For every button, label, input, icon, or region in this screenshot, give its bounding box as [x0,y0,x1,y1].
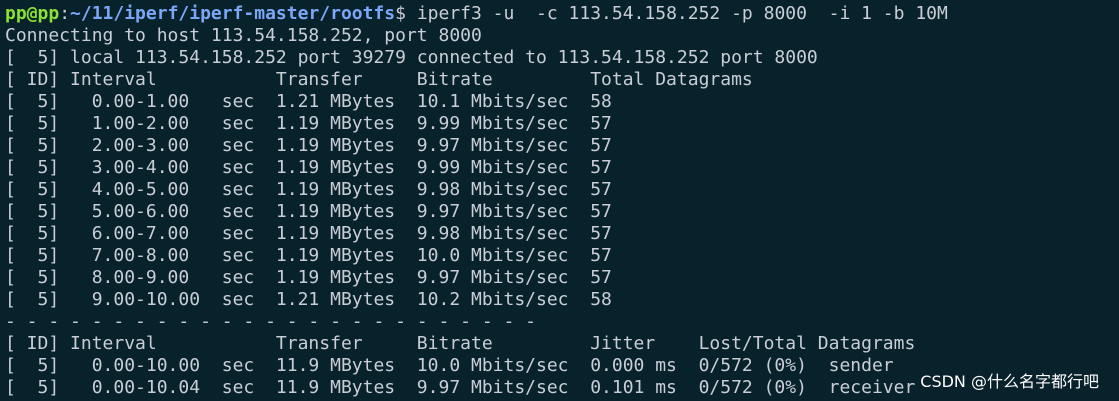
output-interval-row: [ 5] 9.00-10.00 sec 1.21 MBytes 10.2 Mbi… [5,289,612,310]
prompt-dollar: $ [395,3,406,24]
output-interval-row: [ 5] 5.00-6.00 sec 1.19 MBytes 9.97 Mbit… [5,201,612,222]
output-local-connection: [ 5] local 113.54.158.252 port 39279 con… [5,47,818,68]
prompt-colon: : [59,3,71,24]
command-text: iperf3 -u -c 113.54.158.252 -p 8000 -i 1… [405,3,948,24]
command-prompt-line: pp@pp:~/11/iperf/iperf-master/rootfs$ ip… [5,3,1119,25]
output-interval-row: [ 5] 0.00-1.00 sec 1.21 MBytes 10.1 Mbit… [5,91,612,112]
output-connecting: Connecting to host 113.54.158.252, port … [5,25,482,46]
output-table-header: [ ID] Interval Transfer Bitrate Total Da… [5,69,753,90]
output-interval-row: [ 5] 1.00-2.00 sec 1.19 MBytes 9.99 Mbit… [5,113,612,134]
csdn-watermark: CSDN @什么名字都行吧 [918,372,1101,391]
output-interval-row: [ 5] 4.00-5.00 sec 1.19 MBytes 9.98 Mbit… [5,179,612,200]
prompt-path: ~/11/iperf/iperf-master/rootfs [70,3,396,24]
output-summary-header: [ ID] Interval Transfer Bitrate Jitter L… [5,333,916,354]
output-interval-row: [ 5] 3.00-4.00 sec 1.19 MBytes 9.99 Mbit… [5,157,612,178]
output-interval-row: [ 5] 2.00-3.00 sec 1.19 MBytes 9.97 Mbit… [5,135,612,156]
terminal-window[interactable]: pp@pp:~/11/iperf/iperf-master/rootfs$ ip… [0,0,1119,401]
prompt-user-host: pp@pp [5,3,60,24]
output-interval-row: [ 5] 8.00-9.00 sec 1.19 MBytes 9.97 Mbit… [5,267,612,288]
output-interval-row: [ 5] 7.00-8.00 sec 1.19 MBytes 10.0 Mbit… [5,245,612,266]
output-separator: - - - - - - - - - - - - - - - - - - - - … [5,311,537,332]
output-interval-row: [ 5] 6.00-7.00 sec 1.19 MBytes 9.98 Mbit… [5,223,612,244]
